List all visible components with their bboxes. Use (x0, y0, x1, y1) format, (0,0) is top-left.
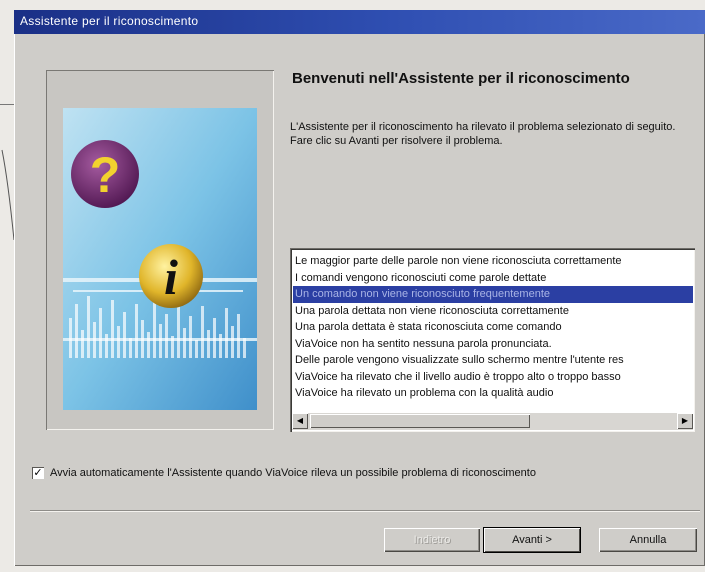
problem-list-item[interactable]: ViaVoice ha rilevato un problema con la … (293, 385, 693, 402)
info-i-icon: i (139, 244, 203, 308)
scrollbar-thumb[interactable] (310, 414, 530, 428)
problem-list-item[interactable]: Una parola dettata è stata riconosciuta … (293, 319, 693, 336)
problem-list-item[interactable]: ViaVoice non ha sentito nessuna parola p… (293, 336, 693, 353)
illustration-graphic: ? i (63, 108, 257, 410)
problem-list-item[interactable]: Le maggior parte delle parole non viene … (293, 253, 693, 270)
autostart-label: Avvia automaticamente l'Assistente quand… (50, 467, 536, 479)
svg-text:?: ? (90, 147, 121, 203)
problem-list-item[interactable]: ViaVoice ha rilevato che il livello audi… (293, 369, 693, 386)
checkmark-icon: ✓ (33, 467, 43, 479)
footer-separator (30, 510, 700, 512)
problem-list-item[interactable]: Un comando non viene riconosciuto freque… (293, 286, 693, 303)
arrow-right-icon[interactable]: ▶ (677, 413, 693, 429)
recognition-assistant-dialog: Assistente per il riconoscimento ? i Ben… (14, 10, 705, 566)
arrow-left-icon[interactable]: ◀ (292, 413, 308, 429)
problem-list: Le maggior parte delle parole non viene … (293, 253, 693, 402)
question-mark-icon: ? (71, 140, 139, 208)
autostart-checkbox[interactable]: ✓ (32, 467, 44, 479)
horizontal-scrollbar[interactable]: ◀ ▶ (292, 413, 693, 430)
problem-list-item[interactable]: Delle parole vengono visualizzate sullo … (293, 352, 693, 369)
problem-listbox[interactable]: Le maggior parte delle parole non viene … (290, 248, 695, 432)
problem-list-item[interactable]: Una parola dettata non viene riconosciut… (293, 303, 693, 320)
cancel-button[interactable]: Annulla (599, 528, 697, 552)
back-button[interactable]: Indietro (384, 528, 480, 552)
title-bar[interactable]: Assistente per il riconoscimento (14, 10, 705, 34)
page-heading: Benvenuti nell'Assistente per il riconos… (292, 70, 630, 87)
problem-list-item[interactable]: I comandi vengono riconosciuti come paro… (293, 270, 693, 287)
wizard-illustration: ? i (46, 70, 274, 430)
svg-text:i: i (164, 249, 178, 305)
intro-text: L'Assistente per il riconoscimento ha ri… (290, 121, 676, 147)
window-title: Assistente per il riconoscimento (20, 14, 199, 28)
next-button[interactable]: Avanti > (484, 528, 580, 552)
